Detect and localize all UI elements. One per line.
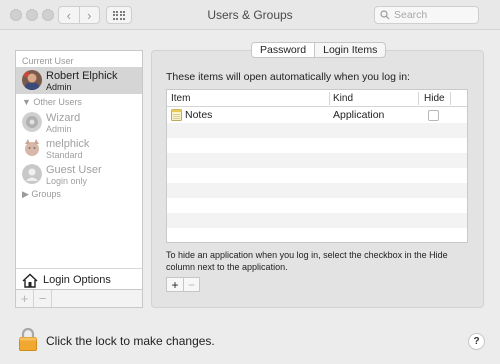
user-role: Standard xyxy=(46,150,83,160)
item-name: Notes xyxy=(185,109,213,121)
house-icon xyxy=(22,273,38,288)
sidebar-user-guest[interactable]: Guest User Login only xyxy=(16,161,142,188)
search-icon xyxy=(380,10,390,20)
other-users-header[interactable]: ▼ Other Users xyxy=(22,97,82,107)
empty-row xyxy=(167,153,467,168)
tab-bar: Password Login Items xyxy=(251,42,387,58)
add-user-button[interactable]: + xyxy=(16,290,34,307)
login-items-intro: These items will open automatically when… xyxy=(166,71,410,83)
lock-icon xyxy=(19,327,37,351)
user-role: Login only xyxy=(46,176,88,186)
avatar xyxy=(22,164,42,184)
empty-row xyxy=(167,198,467,213)
column-header-hide[interactable]: Hide xyxy=(424,93,445,104)
user-role: Admin xyxy=(46,82,72,92)
remove-login-item-button[interactable]: − xyxy=(183,278,199,292)
empty-row xyxy=(167,168,467,183)
empty-row xyxy=(167,228,467,242)
add-login-item-button[interactable]: + xyxy=(167,278,183,292)
table-header: Item Kind Hide xyxy=(167,90,467,107)
column-header-item[interactable]: Item xyxy=(171,93,190,104)
sidebar-user-current[interactable]: Robert Elphick Admin xyxy=(16,67,142,94)
user-name: melphick xyxy=(46,138,90,150)
sidebar-user-wizard[interactable]: Wizard Admin xyxy=(16,109,142,136)
empty-row xyxy=(167,213,467,228)
notes-app-icon xyxy=(171,109,182,121)
empty-row xyxy=(167,123,467,138)
title-bar: ‹ › Users & Groups Search xyxy=(0,0,500,30)
kind-cell: Application xyxy=(333,109,385,121)
empty-row xyxy=(167,183,467,198)
user-name: Wizard xyxy=(46,112,81,124)
groups-header[interactable]: ▶ Groups xyxy=(22,189,61,200)
avatar xyxy=(22,112,42,132)
remove-user-button[interactable]: − xyxy=(34,290,52,307)
tab-password[interactable]: Password xyxy=(252,43,315,57)
users-sidebar: Current User Robert Elphick Admin ▼ Othe… xyxy=(15,50,143,290)
user-name: Guest User xyxy=(46,164,102,176)
sidebar-divider xyxy=(16,268,142,269)
hide-checkbox[interactable] xyxy=(428,110,439,121)
item-cell: Notes xyxy=(171,109,212,121)
disclosure-collapsed-icon: ▶ xyxy=(22,189,32,199)
sidebar-user-melphick[interactable]: melphick Standard xyxy=(16,135,142,162)
user-role: Admin xyxy=(46,124,72,134)
lock-button[interactable] xyxy=(18,327,38,354)
user-name: Robert Elphick xyxy=(46,70,118,82)
current-user-header: Current User xyxy=(22,56,74,66)
sidebar-add-remove: + − xyxy=(15,290,143,308)
column-header-kind[interactable]: Kind xyxy=(333,93,353,104)
disclosure-expanded-icon: ▼ xyxy=(22,97,34,107)
column-separator xyxy=(450,92,451,105)
login-options-label: Login Options xyxy=(43,274,111,286)
login-items-add-remove: + − xyxy=(166,277,200,292)
empty-row xyxy=(167,138,467,153)
login-options-item[interactable]: Login Options xyxy=(16,270,142,290)
table-row[interactable]: Notes Application xyxy=(167,108,467,123)
login-items-table: Item Kind Hide Notes Application xyxy=(166,89,468,243)
column-separator xyxy=(418,92,419,105)
hide-hint-text: To hide an application when you log in, … xyxy=(166,250,448,272)
search-field[interactable]: Search xyxy=(374,6,479,24)
help-button[interactable]: ? xyxy=(468,333,485,350)
search-placeholder: Search xyxy=(394,9,428,21)
column-separator xyxy=(329,92,330,105)
avatar xyxy=(22,138,42,158)
tab-login-items[interactable]: Login Items xyxy=(314,43,385,57)
avatar xyxy=(22,70,42,90)
lock-text: Click the lock to make changes. xyxy=(46,334,215,348)
